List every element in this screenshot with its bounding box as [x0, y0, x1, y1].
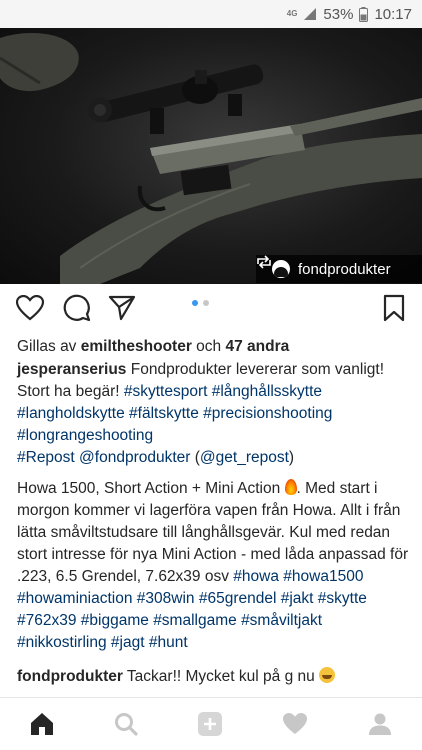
hashtag-link[interactable]: #howaminiaction — [17, 590, 132, 607]
status-icons: 4G 53% 10:17 — [287, 0, 412, 28]
hashtag-link[interactable]: #skyttesport — [124, 383, 208, 400]
search-icon[interactable] — [112, 710, 140, 738]
hashtag-link[interactable]: #precisionshooting — [203, 405, 332, 422]
hashtag-link[interactable]: #skytte — [318, 590, 367, 607]
hashtag-link[interactable]: #biggame — [81, 612, 149, 629]
comment-text: Tackar!! Mycket kul på g nu — [122, 668, 320, 685]
network-type: 4G — [286, 9, 298, 18]
home-icon[interactable] — [28, 710, 56, 738]
rifle-photo — [0, 33, 422, 284]
repost-account-logo-icon — [272, 260, 290, 278]
comment: fondprodukter Tackar!! Mycket kul på g n… — [17, 666, 413, 688]
hashtag-link[interactable]: #65grendel — [199, 590, 277, 607]
likes-prefix: Gillas av — [17, 338, 81, 355]
clock: 10:17 — [374, 5, 412, 23]
likes-middle: och — [191, 338, 226, 355]
post-caption: jesperanserius Fondprodukter levererar s… — [17, 359, 413, 664]
caption-paragraph-1: jesperanserius Fondprodukter levererar s… — [17, 359, 413, 469]
caption-username[interactable]: jesperanserius — [17, 361, 126, 378]
add-icon[interactable] — [196, 710, 224, 738]
hashtag-link[interactable]: #langholdskytte — [17, 405, 125, 422]
carousel-dot — [192, 300, 198, 306]
carousel-dot — [203, 300, 209, 306]
bookmark-icon[interactable] — [378, 292, 410, 324]
caption-text-2: Howa 1500, Short Action + Mini Action — [17, 480, 285, 497]
status-bar: 4G 53% 10:17 — [0, 0, 422, 28]
hashtag-link[interactable]: #762x39 — [17, 612, 76, 629]
comment-icon[interactable] — [61, 292, 93, 324]
hashtag-link[interactable]: #långhållsskytte — [212, 383, 322, 400]
hashtag-link[interactable]: #longrangeshooting — [17, 427, 153, 444]
carousel-indicator — [192, 300, 209, 306]
repost-via-handle[interactable]: @get_repost — [200, 449, 289, 466]
signal-icon — [303, 7, 317, 21]
hashtag-link[interactable]: #howa — [233, 568, 279, 585]
hashtag-link[interactable]: #småviltjakt — [241, 612, 322, 629]
repost-mention[interactable]: @fondprodukter — [79, 449, 190, 466]
likes-others[interactable]: 47 andra — [225, 338, 289, 355]
hashtag-link[interactable]: #smallgame — [153, 612, 237, 629]
repost-attribution[interactable]: fondprodukter — [256, 255, 422, 283]
battery-percent: 53% — [323, 5, 354, 23]
hashtag-link[interactable]: #hunt — [149, 634, 188, 651]
hashtag-link[interactable]: #howa1500 — [283, 568, 363, 585]
likes-user[interactable]: emiltheshooter — [81, 338, 192, 355]
smile-emoji-icon — [319, 667, 336, 683]
repost-hashtag[interactable]: #Repost — [17, 449, 75, 466]
profile-icon[interactable] — [366, 710, 394, 738]
repost-account-name: fondprodukter — [298, 260, 391, 278]
battery-icon — [359, 6, 369, 22]
post-actions — [0, 290, 422, 330]
likes-summary[interactable]: Gillas av emiltheshooter och 47 andra — [17, 337, 289, 357]
post-image[interactable]: fondprodukter — [0, 28, 422, 284]
activity-heart-icon[interactable] — [281, 710, 309, 738]
hashtag-link[interactable]: #jagt — [111, 634, 145, 651]
fire-emoji-icon — [284, 479, 297, 495]
send-icon[interactable] — [106, 292, 138, 324]
repost-via: (@get_repost) — [194, 449, 295, 466]
hashtag-link[interactable]: #jakt — [281, 590, 314, 607]
hashtag-link[interactable]: #fältskytte — [129, 405, 199, 422]
comment-username[interactable]: fondprodukter — [17, 668, 123, 685]
hashtag-link[interactable]: #308win — [137, 590, 195, 607]
caption-paragraph-2: Howa 1500, Short Action + Mini Action . … — [17, 478, 413, 654]
hashtag-link[interactable]: #nikkostirling — [17, 634, 107, 651]
heart-icon[interactable] — [14, 292, 46, 324]
bottom-nav — [0, 697, 422, 750]
